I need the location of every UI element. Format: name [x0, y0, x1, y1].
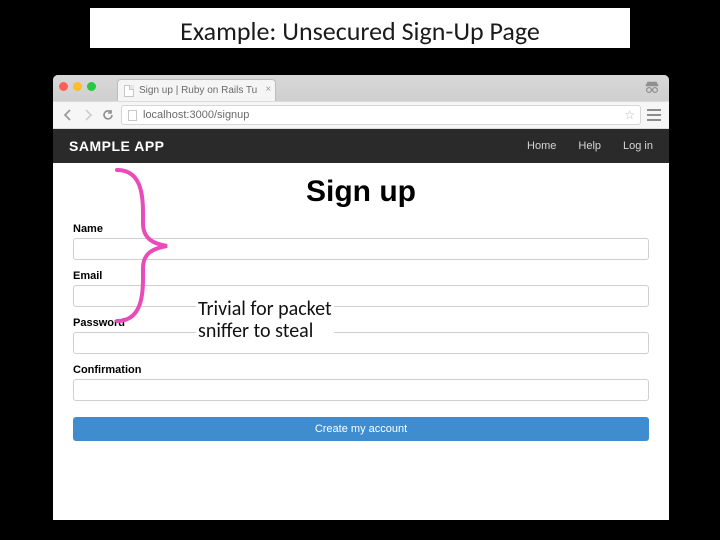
app-navbar: SAMPLE APP Home Help Log in [53, 129, 669, 163]
tab-title: Sign up | Ruby on Rails Tu [139, 85, 257, 96]
nav-help[interactable]: Help [578, 140, 601, 152]
back-button[interactable] [61, 108, 75, 122]
submit-button[interactable]: Create my account [73, 417, 649, 441]
url-text: localhost:3000/signup [143, 109, 249, 121]
annotation-line1: Trivial for packet [198, 298, 332, 320]
browser-window: Sign up | Ruby on Rails Tu × lo [53, 75, 669, 520]
nav-home[interactable]: Home [527, 140, 556, 152]
name-input[interactable] [73, 238, 649, 260]
zoom-icon[interactable] [87, 82, 96, 91]
page-heading: Sign up [73, 175, 649, 209]
nav-login[interactable]: Log in [623, 140, 653, 152]
browser-tab[interactable]: Sign up | Ruby on Rails Tu × [117, 79, 276, 101]
browser-tabstrip: Sign up | Ruby on Rails Tu × [53, 75, 669, 101]
label-email: Email [73, 270, 649, 282]
page-body: Sign up Name Email Password Confirmation… [53, 163, 669, 520]
close-icon[interactable] [59, 82, 68, 91]
page-favicon-icon [124, 85, 134, 97]
window-controls [59, 82, 96, 91]
hamburger-menu-icon[interactable] [647, 109, 661, 121]
label-name: Name [73, 223, 649, 235]
tab-close-icon[interactable]: × [265, 84, 271, 95]
password-input[interactable] [73, 332, 649, 354]
bookmark-icon[interactable]: ☆ [624, 108, 635, 122]
app-brand[interactable]: SAMPLE APP [69, 138, 165, 154]
browser-toolbar: localhost:3000/signup ☆ [53, 101, 669, 129]
label-confirmation: Confirmation [73, 364, 649, 376]
confirmation-input[interactable] [73, 379, 649, 401]
address-bar[interactable]: localhost:3000/signup ☆ [121, 105, 641, 125]
page-icon [128, 110, 137, 121]
label-password: Password [73, 317, 649, 329]
annotation-line2: sniffer to steal [198, 320, 332, 342]
slide-root: Example: Unsecured Sign-Up Page Example:… [0, 0, 720, 540]
annotation-callout: Trivial for packet sniffer to steal [196, 296, 334, 345]
minimize-icon[interactable] [73, 82, 82, 91]
incognito-icon [643, 80, 661, 94]
slide-title-main: Example: Unsecured Sign-Up Page [90, 15, 630, 47]
forward-button[interactable] [81, 108, 95, 122]
reload-button[interactable] [101, 108, 115, 122]
email-input[interactable] [73, 285, 649, 307]
